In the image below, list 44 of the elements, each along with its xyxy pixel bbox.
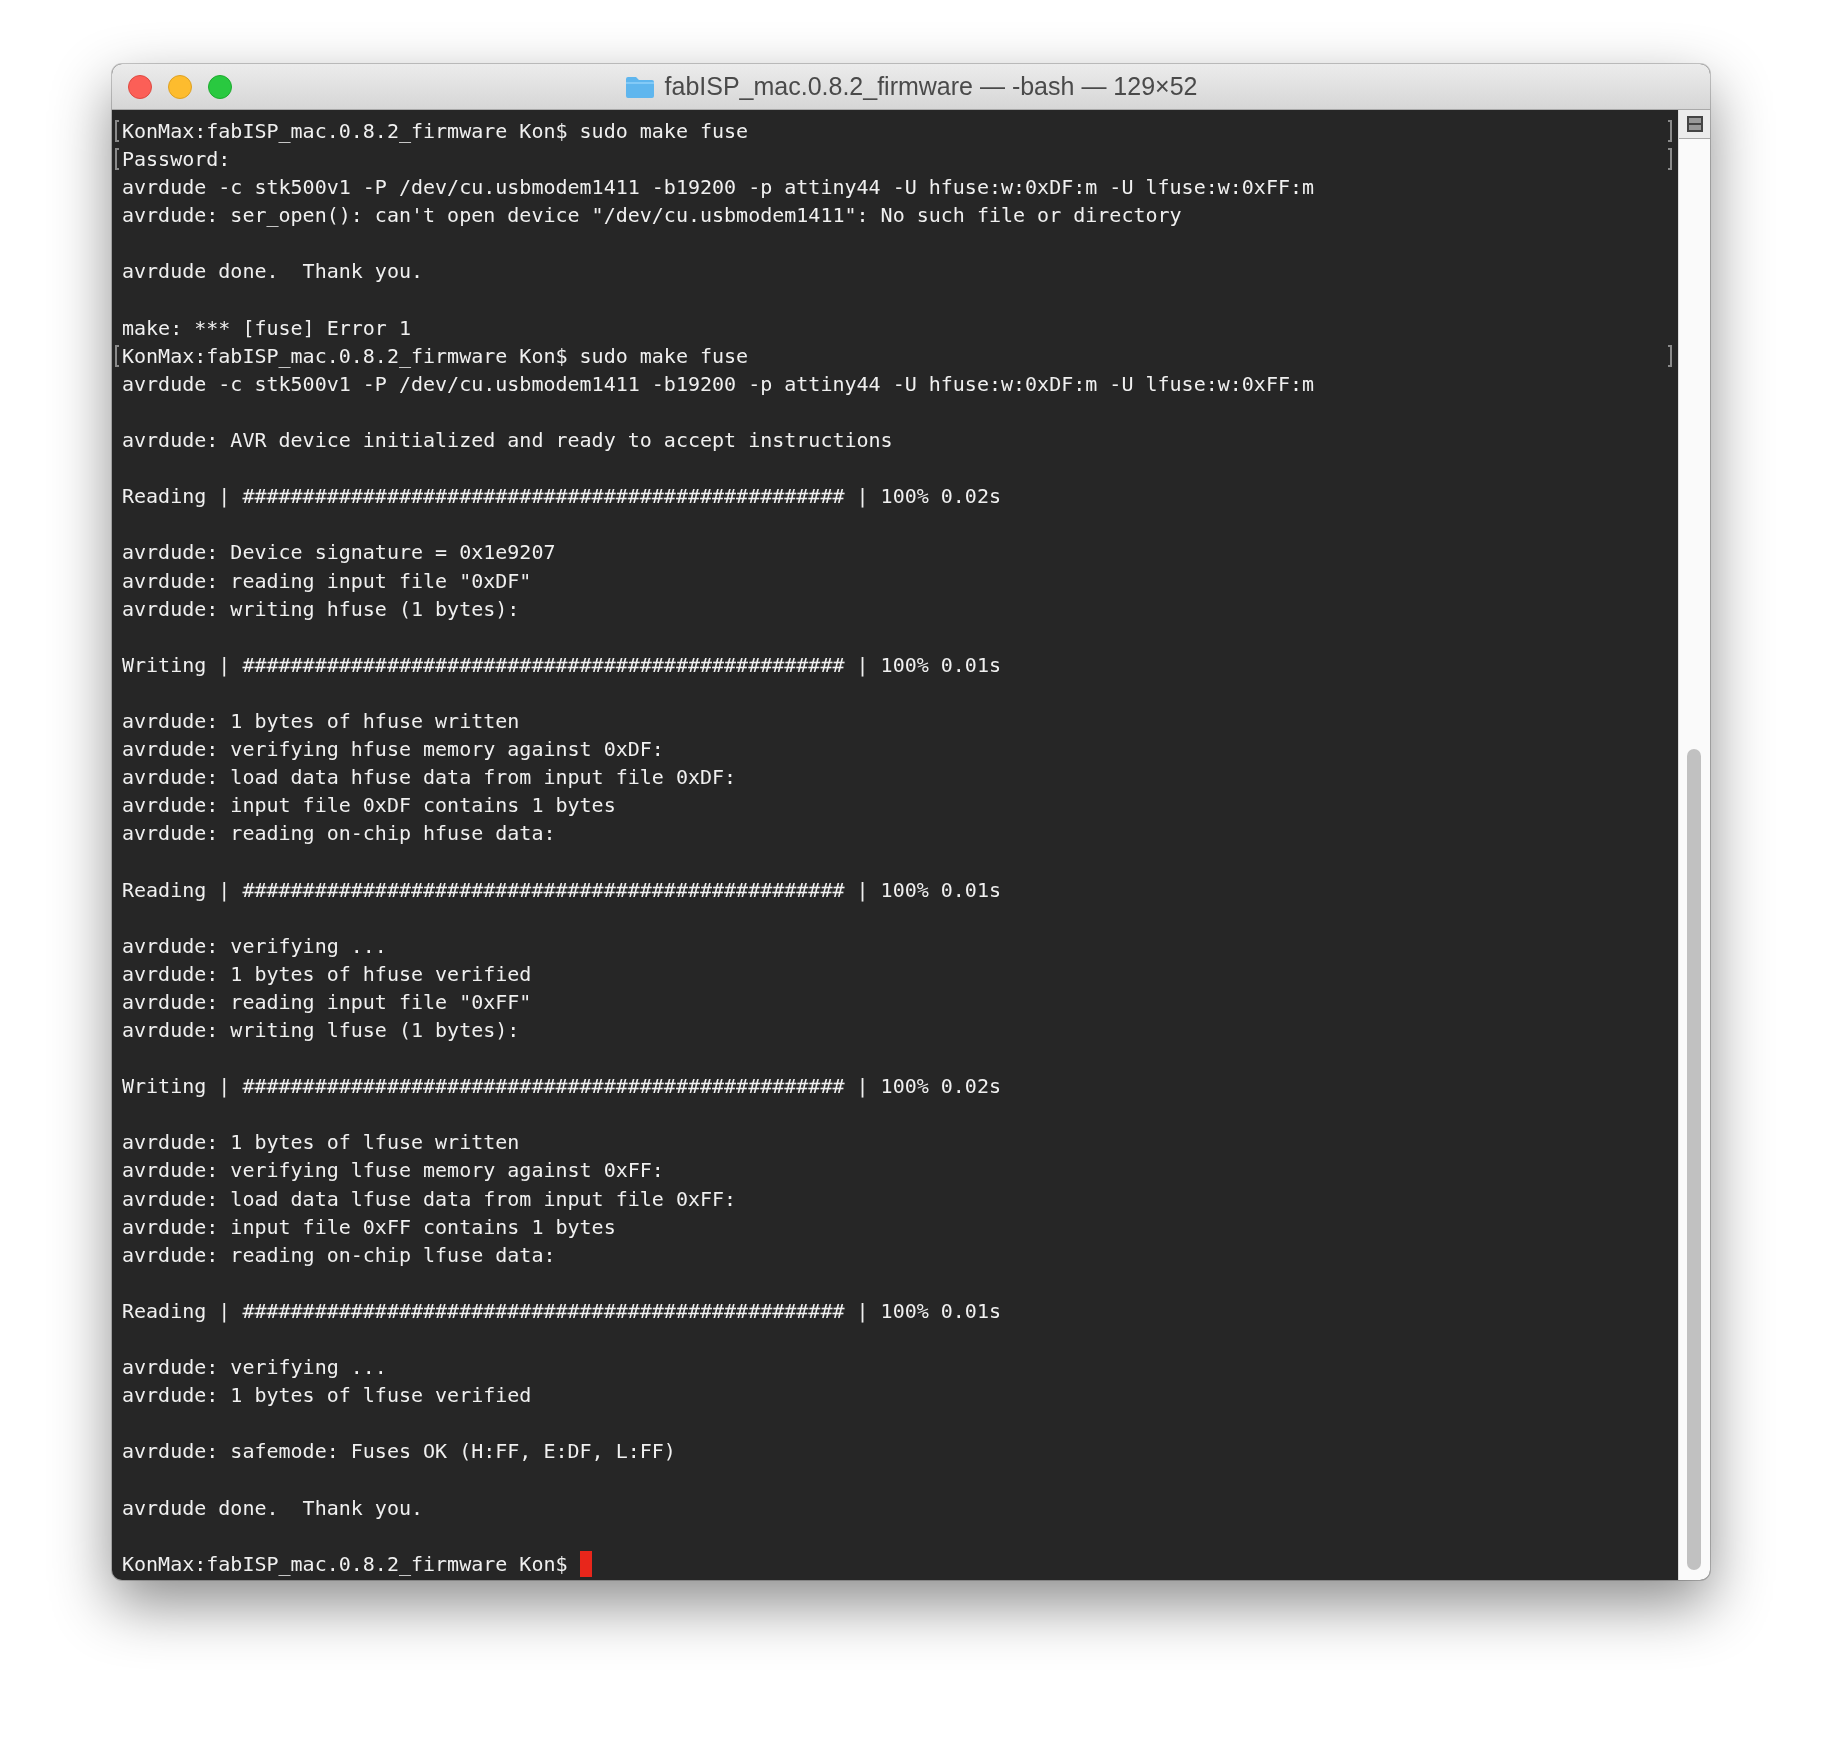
terminal-line: avrdude: input file 0xDF contains 1 bytes bbox=[122, 792, 616, 820]
close-button[interactable] bbox=[128, 74, 152, 99]
terminal-line: avrdude: load data lfuse data from input file 0xFF: bbox=[122, 1185, 737, 1213]
terminal-line: avrdude: verifying lfuse memory against 0xFF: bbox=[122, 1157, 664, 1185]
zoom-button[interactable] bbox=[208, 74, 232, 99]
terminal-line: avrdude: writing hfuse (1 bytes): bbox=[122, 595, 520, 623]
terminal-line: avrdude: 1 bytes of lfuse written bbox=[122, 1129, 520, 1157]
terminal-line: make: *** [fuse] Error 1 bbox=[122, 314, 411, 342]
terminal-line: KonMax:fabISP_mac.0.8.2_firmware Kon$ bbox=[122, 1550, 568, 1578]
minimize-button[interactable] bbox=[168, 74, 192, 99]
terminal-line: avrdude: verifying ... bbox=[122, 1354, 387, 1382]
terminal-line: avrdude: Device signature = 0x1e9207 bbox=[122, 539, 556, 567]
terminal-line: Writing | ################################################## | 100% 0.01s bbox=[122, 651, 1001, 679]
scrollbar-thumb[interactable] bbox=[1687, 749, 1701, 1570]
terminal-line: avrdude: verifying ... bbox=[122, 932, 387, 960]
terminal-line: avrdude: 1 bytes of hfuse written bbox=[122, 707, 520, 735]
terminal-line: avrdude done. Thank you. bbox=[122, 1494, 424, 1522]
terminal-line: avrdude: reading input file "0xFF" bbox=[122, 988, 532, 1016]
terminal-line: avrdude done. Thank you. bbox=[122, 258, 424, 286]
terminal-line: avrdude: input file 0xFF contains 1 bytes bbox=[122, 1213, 616, 1241]
terminal-line: avrdude: 1 bytes of hfuse verified bbox=[122, 960, 532, 988]
split-pane-icon[interactable] bbox=[1679, 110, 1710, 139]
terminal-line: Reading | ################################################## | 100% 0.02s bbox=[122, 483, 1001, 511]
terminal-line: avrdude: load data hfuse data from input file 0xDF: bbox=[122, 764, 737, 792]
terminal-line: KonMax:fabISP_mac.0.8.2_firmware Kon$ sudo make fuse bbox=[122, 118, 749, 145]
terminal-line: avrdude: 1 bytes of lfuse verified bbox=[122, 1382, 532, 1410]
terminal-line: Reading | ################################################## | 100% 0.01s bbox=[122, 876, 1001, 904]
terminal-line: avrdude: reading on-chip lfuse data: bbox=[122, 1241, 556, 1269]
terminal-line: avrdude: reading input file "0xDF" bbox=[122, 567, 532, 595]
terminal-line: Reading | ################################################## | 100% 0.01s bbox=[122, 1297, 1001, 1325]
window-title: fabISP_mac.0.8.2_firmware — -bash — 129×52 bbox=[664, 72, 1198, 101]
scrollbar[interactable] bbox=[1678, 110, 1710, 1580]
terminal-line: Password: bbox=[122, 146, 231, 174]
terminal-line: avrdude: safemode: Fuses OK (H:FF, E:DF, L:FF) bbox=[122, 1438, 676, 1466]
terminal-line: avrdude -c stk500v1 -P /dev/cu.usbmodem1411 -b19200 -p attiny44 -U hfuse:w:0xDF:m -U lfuse:w:0xFF:m bbox=[122, 370, 1315, 398]
terminal-line: avrdude: ser_open(): can't open device "/dev/cu.usbmodem1411": No such file or directory bbox=[122, 202, 1182, 230]
terminal-line: avrdude: AVR device initialized and ready to accept instructions bbox=[122, 427, 893, 455]
terminal-line: Writing | ################################################## | 100% 0.02s bbox=[122, 1073, 1001, 1101]
terminal-line: avrdude -c stk500v1 -P /dev/cu.usbmodem1411 -b19200 -p attiny44 -U hfuse:w:0xDF:m -U lfuse:w:0xFF:m bbox=[122, 174, 1315, 202]
terminal-line: avrdude: reading on-chip hfuse data: bbox=[122, 820, 556, 848]
folder-icon bbox=[624, 74, 655, 99]
terminal-line: avrdude: verifying hfuse memory against 0xDF: bbox=[122, 736, 664, 764]
terminal-line: avrdude: writing lfuse (1 bytes): bbox=[122, 1017, 520, 1044]
terminal-line: KonMax:fabISP_mac.0.8.2_firmware Kon$ sudo make fuse bbox=[122, 342, 749, 370]
